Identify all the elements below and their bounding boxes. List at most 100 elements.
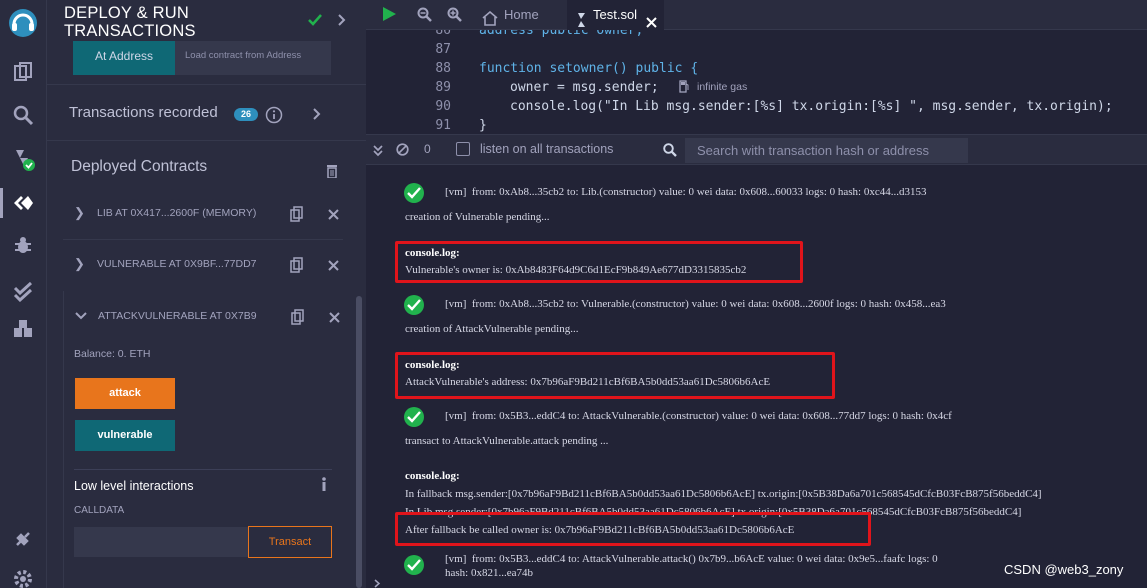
instance-row[interactable]: ❯ VULNERABLE AT 0X9BF...77DD7	[63, 239, 343, 289]
transaction-log[interactable]: [vm] from: 0xAb8...35cb2 to: Lib.(constr…	[445, 186, 926, 198]
success-check-icon	[404, 407, 424, 427]
debugger-icon[interactable]	[10, 232, 36, 258]
trash-icon[interactable]	[326, 164, 338, 183]
transact-button[interactable]: Transact	[248, 526, 332, 558]
line-number: 86	[435, 30, 451, 38]
transaction-log[interactable]: [vm] from: 0x5B3...eddC4 to: AttackVulne…	[445, 553, 938, 565]
testing-icon[interactable]	[10, 278, 36, 304]
chevron-right-icon[interactable]: ❯	[74, 188, 85, 238]
code-editor[interactable]: 86 address public owner; 87 88 function …	[366, 30, 1147, 134]
calldata-label: CALLDATA	[74, 505, 125, 516]
active-indicator	[0, 188, 3, 218]
pending-message: transact to AttackVulnerable.attack pend…	[405, 435, 609, 447]
close-icon[interactable]	[328, 258, 339, 276]
success-check-icon	[404, 555, 424, 575]
zoom-in-icon[interactable]	[447, 7, 462, 27]
vulnerable-button[interactable]: vulnerable	[75, 420, 175, 451]
search-icon[interactable]	[10, 102, 36, 128]
divider	[74, 469, 332, 470]
instance-row[interactable]: ❯ LIB AT 0X417...2600F (MEMORY)	[63, 188, 343, 238]
transactions-count-badge: 26	[234, 108, 258, 121]
transaction-log[interactable]: [vm] from: 0x5B3...eddC4 to: AttackVulne…	[445, 410, 952, 422]
copy-icon[interactable]	[291, 309, 305, 330]
code-line: console.log("In Lib msg.sender:[%s] tx.o…	[510, 99, 1113, 114]
chevron-down-icon[interactable]	[75, 308, 87, 326]
transaction-search-input[interactable]: Search with transaction hash or address	[685, 138, 968, 163]
tab-home[interactable]: Home	[482, 0, 567, 30]
calldata-input[interactable]	[74, 527, 248, 557]
line-number: 88	[435, 61, 451, 76]
attack-button[interactable]: attack	[75, 378, 175, 409]
run-play-icon[interactable]	[382, 7, 396, 26]
clear-console-icon[interactable]	[396, 143, 409, 161]
chevron-right-icon[interactable]	[337, 13, 347, 32]
compiled-check-icon	[307, 13, 323, 32]
instance-row[interactable]: ATTACKVULNERABLE AT 0X7B9	[64, 291, 344, 341]
plugin-manager-icon[interactable]	[10, 316, 36, 342]
chevron-right-icon[interactable]	[374, 579, 381, 588]
settings-gear-icon[interactable]	[10, 566, 36, 588]
instance-label: LIB AT 0X417...2600F (MEMORY)	[97, 207, 257, 219]
console-log-title: console.log:	[405, 470, 460, 482]
watermark: CSDN @web3_zony	[1004, 562, 1124, 577]
info-icon[interactable]	[321, 477, 327, 496]
console-log-title: console.log:	[405, 359, 460, 371]
listen-label: listen on all transactions	[480, 142, 614, 156]
deploy-run-panel: DEPLOY & RUN TRANSACTIONS At Address Loa…	[47, 0, 366, 588]
search-icon	[663, 143, 677, 162]
code-line: address public owner;	[479, 30, 644, 38]
gas-hint: infinite gas	[697, 81, 748, 93]
copy-icon[interactable]	[290, 206, 304, 227]
transaction-log[interactable]: [vm] from: 0xAb8...35cb2 to: Vulnerable.…	[445, 298, 946, 310]
remix-logo-icon[interactable]	[6, 6, 40, 40]
tab-label: Home	[504, 7, 539, 22]
terminal-toolbar: 0 listen on all transactions Search with…	[366, 134, 1147, 165]
file-explorer-icon[interactable]	[10, 59, 36, 85]
info-icon[interactable]	[265, 106, 283, 129]
scrollbar-thumb[interactable]	[356, 296, 362, 588]
console-log-text: After fallback be called owner is: 0x7b9…	[405, 524, 795, 536]
terminal-output: [vm] from: 0xAb8...35cb2 to: Lib.(constr…	[366, 165, 1147, 588]
close-icon[interactable]	[328, 207, 339, 225]
console-log-text: Vulnerable's owner is: 0xAb8483F64d9C6d1…	[405, 264, 747, 276]
instance-label: VULNERABLE AT 0X9BF...77DD7	[97, 258, 257, 270]
console-log-text: In fallback msg.sender:[0x7b96aF9Bd211cB…	[405, 488, 1042, 500]
plug-icon[interactable]	[10, 526, 36, 552]
close-icon[interactable]	[329, 310, 340, 328]
divider	[47, 84, 366, 85]
divider	[47, 140, 366, 141]
line-number: 87	[435, 42, 451, 57]
chevron-right-icon[interactable]: ❯	[74, 239, 85, 289]
tab-label: Test.sol	[593, 7, 638, 22]
success-check-icon	[404, 183, 424, 203]
console-log-title: console.log:	[405, 247, 460, 259]
pending-message: creation of Vulnerable pending...	[405, 211, 550, 223]
pending-message: creation of AttackVulnerable pending...	[405, 323, 579, 335]
code-line: function setowner() public {	[479, 61, 699, 76]
instance-expanded: ATTACKVULNERABLE AT 0X7B9 Balance: 0. ET…	[63, 291, 357, 588]
line-number: 89	[435, 80, 451, 95]
copy-icon[interactable]	[290, 257, 304, 278]
instance-label: ATTACKVULNERABLE AT 0X7B9	[98, 310, 257, 322]
listen-checkbox[interactable]	[456, 142, 470, 156]
icon-rail	[0, 0, 47, 588]
line-number: 91	[435, 118, 451, 133]
transactions-recorded-label[interactable]: Transactions recorded	[69, 104, 218, 121]
load-contract-address-input[interactable]: Load contract from Address	[175, 41, 331, 75]
balance-label: Balance: 0. ETH	[74, 348, 151, 360]
tab-bar: Home Test.sol	[366, 0, 1147, 30]
at-address-button[interactable]: At Address	[73, 41, 175, 75]
pending-count: 0	[424, 142, 431, 156]
collapse-terminal-icon[interactable]	[373, 144, 383, 162]
code-line: owner = msg.sender;	[510, 80, 659, 95]
zoom-out-icon[interactable]	[417, 7, 432, 27]
deployed-contracts-title: Deployed Contracts	[71, 158, 208, 175]
deploy-run-icon[interactable]	[10, 190, 36, 216]
tab-test-sol[interactable]: Test.sol	[567, 0, 664, 30]
success-check-icon	[404, 295, 424, 315]
panel-title: DEPLOY & RUN TRANSACTIONS	[64, 4, 196, 40]
solidity-compiler-icon[interactable]	[10, 146, 36, 172]
gas-icon	[679, 80, 689, 97]
chevron-right-icon[interactable]	[312, 107, 322, 126]
low-level-interactions-title: Low level interactions	[74, 479, 194, 493]
